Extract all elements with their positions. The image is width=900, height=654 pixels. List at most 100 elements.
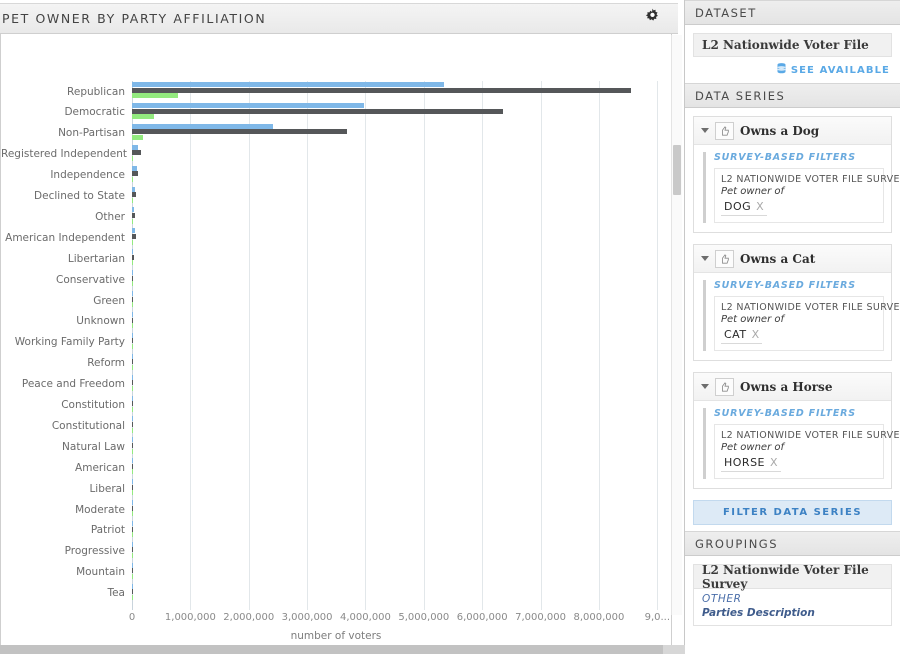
chevron-down-icon[interactable] [701, 256, 709, 261]
bar[interactable] [132, 176, 134, 182]
chart-horizontal-scroll-thumb[interactable] [0, 645, 663, 654]
bar[interactable] [132, 135, 144, 140]
filter-chip[interactable]: DOG X [721, 200, 767, 216]
bar[interactable] [132, 380, 134, 386]
bar[interactable] [132, 458, 134, 464]
chevron-down-icon[interactable] [701, 128, 709, 133]
bar[interactable] [132, 323, 134, 329]
bar[interactable] [132, 374, 134, 380]
data-series-header[interactable]: Owns a Horse [694, 373, 891, 401]
bar[interactable] [132, 416, 134, 422]
bar[interactable] [132, 296, 134, 302]
bar[interactable] [132, 562, 134, 568]
bar[interactable] [132, 233, 136, 239]
close-icon[interactable]: X [756, 200, 764, 213]
bar[interactable] [132, 150, 141, 156]
grouping-details[interactable]: OTHER Parties Description [693, 588, 892, 626]
bar[interactable] [132, 422, 134, 427]
bar[interactable] [132, 114, 154, 120]
bar[interactable] [132, 82, 445, 87]
bar[interactable] [132, 338, 134, 344]
thumb-up-icon[interactable] [715, 377, 734, 396]
thumb-up-icon[interactable] [715, 121, 734, 140]
bar[interactable] [132, 406, 134, 412]
bar[interactable] [132, 332, 134, 338]
bar[interactable] [132, 239, 134, 245]
gear-icon[interactable] [645, 8, 660, 23]
filter-chip[interactable]: HORSE X [721, 456, 781, 472]
bar[interactable] [132, 254, 134, 260]
chevron-down-icon[interactable] [701, 384, 709, 389]
filter-chip[interactable]: CAT X [721, 328, 763, 344]
chart-vertical-scroll-thumb[interactable] [673, 145, 681, 195]
bar[interactable] [132, 500, 134, 505]
chart-horizontal-scrollbar[interactable] [0, 645, 685, 654]
bar[interactable] [132, 344, 134, 349]
bar[interactable] [132, 165, 137, 171]
bar[interactable] [132, 505, 134, 511]
bar[interactable] [132, 385, 134, 391]
bar[interactable] [132, 359, 134, 365]
data-series-header[interactable]: Owns a Cat [694, 245, 891, 273]
bar[interactable] [132, 207, 135, 213]
bar[interactable] [132, 123, 273, 129]
data-series-header[interactable]: Owns a Dog [694, 117, 891, 145]
bar[interactable] [132, 197, 134, 203]
bar[interactable] [132, 532, 134, 538]
bar[interactable] [132, 93, 178, 99]
bar[interactable] [132, 427, 134, 433]
see-available-link[interactable]: SEE AVAILABLE [693, 63, 892, 77]
bar[interactable] [132, 573, 134, 579]
bar[interactable] [132, 484, 134, 490]
bar[interactable] [132, 469, 134, 475]
bar[interactable] [132, 583, 134, 589]
bar[interactable] [132, 511, 134, 517]
bar[interactable] [132, 437, 134, 443]
bar[interactable] [132, 589, 134, 595]
close-icon[interactable]: X [752, 328, 760, 341]
dataset-name[interactable]: L2 Nationwide Voter File [693, 33, 892, 57]
bar[interactable] [132, 218, 134, 224]
bar[interactable] [132, 479, 134, 485]
bar[interactable] [132, 291, 134, 296]
bar[interactable] [132, 442, 134, 448]
bar[interactable] [132, 311, 134, 317]
bar[interactable] [132, 520, 134, 526]
bar[interactable] [132, 155, 134, 161]
bar[interactable] [132, 260, 134, 266]
bar[interactable] [132, 568, 134, 574]
filter-data-series-button[interactable]: FILTER DATA SERIES [693, 500, 892, 525]
bar[interactable] [132, 270, 134, 276]
bar[interactable] [132, 249, 134, 255]
bar[interactable] [132, 186, 136, 192]
bar[interactable] [132, 395, 134, 401]
bar[interactable] [132, 275, 134, 281]
bar[interactable] [132, 144, 138, 150]
bar[interactable] [132, 228, 135, 234]
bar[interactable] [132, 281, 134, 287]
bar[interactable] [132, 108, 504, 114]
bar[interactable] [132, 448, 134, 454]
bar[interactable] [132, 541, 134, 547]
bar[interactable] [132, 547, 134, 553]
bar[interactable] [132, 463, 134, 469]
close-icon[interactable]: X [770, 456, 778, 469]
bar[interactable] [132, 553, 134, 558]
bar[interactable] [132, 364, 134, 370]
bar[interactable] [132, 317, 134, 323]
grouping-dataset-name[interactable]: L2 Nationwide Voter File Survey [693, 563, 892, 591]
bar[interactable] [132, 594, 134, 600]
bar[interactable] [132, 87, 632, 93]
bar[interactable] [132, 302, 134, 308]
bar[interactable] [132, 192, 137, 198]
bar[interactable] [132, 490, 134, 496]
bar[interactable] [132, 526, 134, 532]
chart-vertical-scrollbar[interactable] [671, 35, 682, 615]
bar[interactable] [132, 129, 347, 135]
bar[interactable] [132, 353, 134, 359]
bar[interactable] [132, 171, 139, 177]
bar[interactable] [132, 401, 134, 407]
bar[interactable] [132, 213, 136, 218]
bar[interactable] [132, 102, 365, 108]
thumb-up-icon[interactable] [715, 249, 734, 268]
